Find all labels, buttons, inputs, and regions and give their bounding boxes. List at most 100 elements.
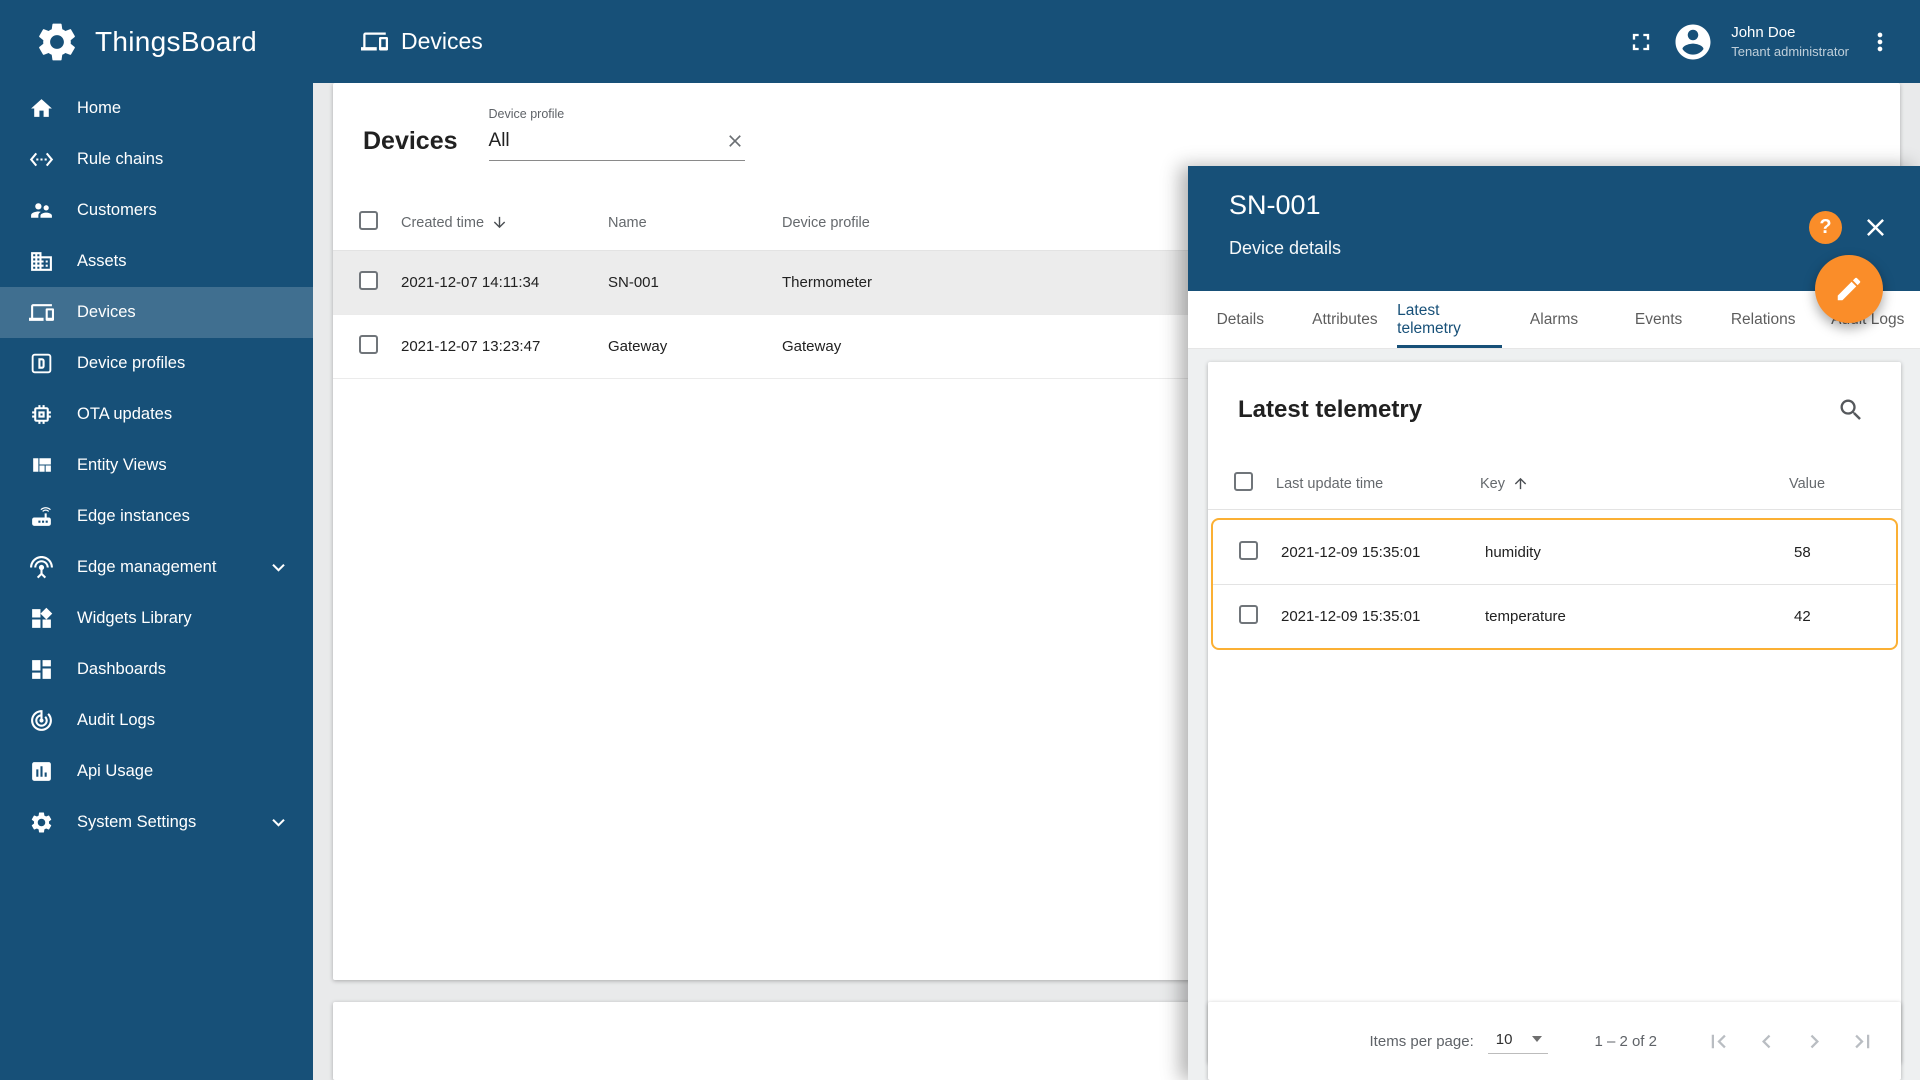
- search-icon: [1840, 399, 1861, 420]
- updated-rows-highlight: 2021-12-09 15:35:01 humidity 58 2021-12-…: [1211, 518, 1898, 650]
- more-menu-button[interactable]: [1866, 28, 1894, 56]
- devices-table-title: Devices: [363, 127, 458, 155]
- telemetry-row[interactable]: 2021-12-09 15:35:01 temperature 42: [1213, 584, 1896, 648]
- last-page-button[interactable]: [1841, 1020, 1883, 1062]
- ota-updates-icon: [29, 402, 54, 427]
- chevron-down-icon: [266, 555, 291, 580]
- sidebar-item-device-profiles[interactable]: Device profiles: [0, 338, 313, 389]
- items-per-page-select[interactable]: 10: [1487, 1029, 1549, 1054]
- sidebar-item-label: Devices: [77, 303, 136, 321]
- column-name[interactable]: Name: [608, 215, 782, 231]
- entity-views-icon: [29, 453, 54, 478]
- sidebar-item-entity-views[interactable]: Entity Views: [0, 440, 313, 491]
- column-key[interactable]: Key: [1480, 476, 1505, 492]
- fullscreen-button[interactable]: [1627, 28, 1655, 56]
- paginator-nav: [1697, 1020, 1883, 1062]
- sidebar-item-dashboards[interactable]: Dashboards: [0, 644, 313, 695]
- panel-body: Latest telemetry Last update time Key Va…: [1188, 349, 1920, 1080]
- previous-page-button[interactable]: [1745, 1020, 1787, 1062]
- sidebar-item-system-settings[interactable]: System Settings: [0, 797, 313, 848]
- sidebar-item-edge-management[interactable]: Edge management: [0, 542, 313, 593]
- telemetry-card-header: Latest telemetry: [1208, 362, 1901, 458]
- row-checkbox[interactable]: [359, 271, 378, 290]
- help-button[interactable]: ?: [1809, 211, 1842, 244]
- sidebar-item-assets[interactable]: Assets: [0, 236, 313, 287]
- sort-asc-icon[interactable]: [1512, 475, 1529, 492]
- items-per-page-label: Items per page:: [1369, 1032, 1474, 1050]
- sort-desc-icon[interactable]: [491, 214, 508, 231]
- telemetry-paginator: Items per page: 10 1 – 2 of 2: [1208, 1002, 1901, 1080]
- row-checkbox[interactable]: [1239, 605, 1258, 624]
- tab-events[interactable]: Events: [1606, 291, 1711, 348]
- telemetry-row[interactable]: 2021-12-09 15:35:01 humidity 58: [1213, 520, 1896, 584]
- chevron-right-icon: [1810, 1034, 1819, 1048]
- cell-last-update-time: 2021-12-09 15:35:01: [1281, 608, 1421, 625]
- brand-name: ThingsBoard: [95, 25, 258, 57]
- row-checkbox[interactable]: [1239, 540, 1258, 560]
- cell-last-update-time: 2021-12-09 15:35:01: [1281, 543, 1421, 561]
- sidebar-item-label: Device profiles: [77, 354, 186, 372]
- sidebar-item-label: Customers: [77, 201, 157, 219]
- page-title: Devices: [401, 28, 483, 54]
- system-settings-icon: [29, 810, 54, 835]
- sidebar-item-devices[interactable]: Devices: [0, 287, 313, 338]
- clear-filter-button[interactable]: [725, 131, 745, 151]
- first-page-button[interactable]: [1697, 1020, 1739, 1062]
- devices-icon: [29, 300, 54, 325]
- last-page-icon: [1854, 1034, 1869, 1048]
- column-value[interactable]: Value: [1789, 476, 1901, 492]
- tab-latest-telemetry[interactable]: Latest telemetry: [1397, 291, 1502, 348]
- edge-management-icon: [29, 555, 54, 580]
- row-checkbox[interactable]: [359, 335, 378, 354]
- tab-details[interactable]: Details: [1188, 291, 1293, 348]
- device-profile-filter[interactable]: Device profile All: [488, 107, 745, 161]
- avatar[interactable]: [1672, 21, 1714, 63]
- filter-value: All: [488, 130, 510, 151]
- select-all-checkbox[interactable]: [359, 211, 378, 230]
- customers-icon: [29, 198, 54, 223]
- sidebar-item-home[interactable]: Home: [0, 83, 313, 134]
- close-panel-button[interactable]: [1861, 213, 1890, 242]
- filter-input[interactable]: All: [488, 123, 745, 161]
- cell-name: Gateway: [608, 338, 668, 355]
- assets-icon: [29, 249, 54, 274]
- tab-alarms[interactable]: Alarms: [1502, 291, 1607, 348]
- sidebar-item-api-usage[interactable]: Api Usage: [0, 746, 313, 797]
- sidebar-item-widgets-library[interactable]: Widgets Library: [0, 593, 313, 644]
- first-page-icon: [1711, 1034, 1726, 1048]
- main-content: Devices Device profile All Created time …: [313, 83, 1920, 1080]
- chevron-left-icon: [1761, 1034, 1770, 1048]
- tab-relations[interactable]: Relations: [1711, 291, 1816, 348]
- telemetry-title: Latest telemetry: [1238, 396, 1423, 423]
- sidebar-item-customers[interactable]: Customers: [0, 185, 313, 236]
- sidebar-item-label: Dashboards: [77, 660, 166, 678]
- thingsboard-logo-icon: [34, 19, 80, 65]
- sidebar-item-edge-instances[interactable]: Edge instances: [0, 491, 313, 542]
- sidebar-item-rule-chains[interactable]: Rule chains: [0, 134, 313, 185]
- sidebar-item-audit-logs[interactable]: Audit Logs: [0, 695, 313, 746]
- search-button[interactable]: [1837, 396, 1865, 424]
- latest-telemetry-card: Latest telemetry Last update time Key Va…: [1208, 362, 1901, 1063]
- sidebar-item-label: Assets: [77, 252, 127, 270]
- widgets-library-icon: [29, 606, 54, 631]
- next-page-button[interactable]: [1793, 1020, 1835, 1062]
- header-actions: John Doe Tenant administrator: [1627, 21, 1920, 63]
- select-all-checkbox[interactable]: [1234, 472, 1253, 491]
- column-last-update-time[interactable]: Last update time: [1276, 476, 1480, 492]
- dropdown-caret-icon: [1532, 1036, 1543, 1042]
- column-created-time[interactable]: Created time: [401, 215, 484, 231]
- rule-chains-icon: [29, 147, 54, 172]
- tab-attributes[interactable]: Attributes: [1293, 291, 1398, 348]
- page-title-block: Devices: [313, 28, 483, 55]
- sidebar-item-ota-updates[interactable]: OTA updates: [0, 389, 313, 440]
- sidebar: Home Rule chains Customers Assets Device…: [0, 83, 313, 1080]
- pencil-icon: [1837, 277, 1861, 301]
- filter-label: Device profile: [488, 107, 565, 121]
- sidebar-item-label: Audit Logs: [77, 711, 155, 729]
- edge-instances-icon: [29, 504, 54, 529]
- cell-created-time: 2021-12-07 13:23:47: [401, 338, 541, 355]
- devices-icon: [361, 28, 388, 55]
- sidebar-item-label: Entity Views: [77, 456, 167, 474]
- edit-device-fab[interactable]: [1815, 255, 1883, 323]
- brand[interactable]: ThingsBoard: [0, 19, 313, 65]
